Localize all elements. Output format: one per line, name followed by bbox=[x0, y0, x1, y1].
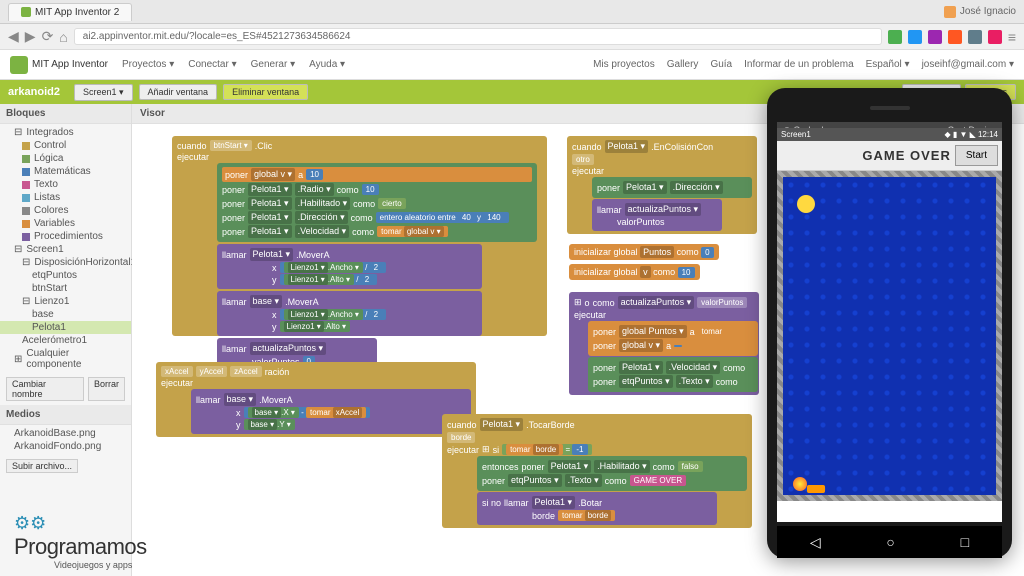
url-bar: ◀ ▶ ⟳ ⌂ ai2.appinventor.mit.edu/?locale=… bbox=[0, 24, 1024, 50]
link-report[interactable]: Informar de un problema bbox=[744, 59, 854, 70]
forward-icon[interactable]: ▶ bbox=[25, 28, 36, 45]
user-icon bbox=[944, 6, 956, 18]
block-event-edge[interactable]: cuando Pelota1 ▾.TocarBorde borde ejecut… bbox=[442, 414, 752, 528]
any-component[interactable]: ⊞ Cualquier componente bbox=[0, 347, 131, 371]
phone-speaker bbox=[870, 106, 910, 110]
link-guia[interactable]: Guía bbox=[710, 59, 732, 70]
url-input[interactable]: ai2.appinventor.mit.edu/?locale=es_ES#45… bbox=[74, 28, 882, 45]
cat-matematicas[interactable]: Matemáticas bbox=[0, 165, 131, 178]
tab-title: MIT App Inventor 2 bbox=[35, 7, 119, 18]
ball-sprite bbox=[797, 195, 815, 213]
game-header: GAME OVER Start bbox=[777, 141, 1002, 171]
app-name: MIT App Inventor bbox=[32, 59, 108, 70]
block-global-v[interactable]: inicializar global v como 10 bbox=[569, 264, 700, 280]
game-canvas[interactable] bbox=[777, 171, 1002, 501]
logo[interactable]: MIT App Inventor bbox=[10, 56, 108, 74]
back-nav-icon[interactable]: ◁ bbox=[810, 534, 821, 551]
remove-screen-button[interactable]: Eliminar ventana bbox=[223, 84, 308, 100]
menu-proyectos[interactable]: Proyectos ▾ bbox=[122, 59, 174, 70]
block-event-collision[interactable]: cuando Pelota1 ▾.EnColisiónCon otro ejec… bbox=[567, 136, 757, 234]
comp-lienzo[interactable]: ⊟ Lienzo1 bbox=[0, 295, 131, 308]
user-name: José Ignacio bbox=[960, 6, 1016, 17]
upload-button[interactable]: Subir archivo... bbox=[6, 459, 78, 473]
lang-select[interactable]: Español ▾ bbox=[866, 59, 910, 70]
block-procedure[interactable]: ⊞ o como actualizaPuntos ▾ valorPuntos e… bbox=[569, 292, 759, 395]
link-gallery[interactable]: Gallery bbox=[667, 59, 699, 70]
home-nav-icon[interactable]: ○ bbox=[886, 534, 894, 550]
account-menu[interactable]: joseihf@gmail.com ▾ bbox=[922, 59, 1014, 70]
paddle-sprite bbox=[807, 485, 825, 493]
builtin-node[interactable]: ⊟ Integrados bbox=[0, 126, 131, 139]
watermark-brand: Programamos bbox=[14, 534, 147, 560]
media-title: Medios bbox=[0, 405, 131, 425]
comp-disposicion[interactable]: ⊟ DisposiciónHorizontal1 bbox=[0, 256, 131, 269]
phone-preview: ◉ Grabadora Cast Device Screen1 ◆ ▮ ▼ ◣ … bbox=[767, 88, 1012, 558]
browser-user[interactable]: José Ignacio bbox=[944, 6, 1016, 18]
watermark-sub: Videojuegos y apps bbox=[54, 560, 147, 570]
menu-icon[interactable]: ≡ bbox=[1008, 29, 1016, 45]
browser-tabs: MIT App Inventor 2 José Ignacio bbox=[0, 0, 1024, 24]
phone-screen: Screen1 ◆ ▮ ▼ ◣ 12:14 GAME OVER Start bbox=[777, 128, 1002, 522]
project-name: arkanoid2 bbox=[8, 86, 60, 98]
comp-etqpuntos[interactable]: etqPuntos bbox=[0, 269, 131, 282]
logo-icon bbox=[10, 56, 28, 74]
recent-nav-icon[interactable]: □ bbox=[961, 534, 969, 550]
status-time: ◆ ▮ ▼ ◣ 12:14 bbox=[944, 130, 998, 139]
comp-btnstart[interactable]: btnStart bbox=[0, 282, 131, 295]
ext-icon[interactable] bbox=[948, 30, 962, 44]
menu-generar[interactable]: Generar ▾ bbox=[251, 59, 295, 70]
cat-texto[interactable]: Texto bbox=[0, 178, 131, 191]
app-header: MIT App Inventor Proyectos ▾ Conectar ▾ … bbox=[0, 50, 1024, 80]
game-over-label: GAME OVER bbox=[862, 148, 950, 163]
watermark: ⚙⚙ Programamos Videojuegos y apps bbox=[14, 513, 147, 570]
status-bar: Screen1 ◆ ▮ ▼ ◣ 12:14 bbox=[777, 128, 1002, 141]
menu-ayuda[interactable]: Ayuda ▾ bbox=[309, 59, 345, 70]
cat-colores[interactable]: Colores bbox=[0, 204, 131, 217]
delete-button[interactable]: Borrar bbox=[88, 377, 125, 401]
gears-icon: ⚙⚙ bbox=[14, 513, 46, 534]
fire-sprite bbox=[793, 477, 807, 491]
browser-tab[interactable]: MIT App Inventor 2 bbox=[8, 3, 132, 21]
ext-icon[interactable] bbox=[968, 30, 982, 44]
block-event-accel[interactable]: xAccel yAccel zAccel ración ejecutar lla… bbox=[156, 362, 476, 437]
home-icon[interactable]: ⌂ bbox=[59, 29, 67, 45]
cat-listas[interactable]: Listas bbox=[0, 191, 131, 204]
back-icon[interactable]: ◀ bbox=[8, 28, 19, 45]
media-item[interactable]: ArkanoidBase.png bbox=[0, 427, 131, 440]
screen-label: Screen1 bbox=[781, 130, 811, 139]
add-screen-button[interactable]: Añadir ventana bbox=[139, 84, 218, 100]
sidebar: Bloques ⊟ Integrados Control Lógica Mate… bbox=[0, 104, 132, 576]
android-nav: ◁ ○ □ bbox=[777, 526, 1002, 558]
cat-procedimientos[interactable]: Procedimientos bbox=[0, 230, 131, 243]
cat-logica[interactable]: Lógica bbox=[0, 152, 131, 165]
comp-acelerometro[interactable]: Acelerómetro1 bbox=[0, 334, 131, 347]
block-global-puntos[interactable]: inicializar global Puntos como 0 bbox=[569, 244, 719, 260]
reload-icon[interactable]: ⟳ bbox=[42, 28, 54, 45]
screen-select[interactable]: Screen1 ▾ bbox=[74, 84, 133, 101]
ext-icon[interactable] bbox=[908, 30, 922, 44]
media-item[interactable]: ArkanoidFondo.png bbox=[0, 440, 131, 453]
cat-control[interactable]: Control bbox=[0, 139, 131, 152]
comp-pelota[interactable]: Pelota1 bbox=[0, 321, 131, 334]
block-event-click[interactable]: cuando btnStart ▾ .Clic ejecutar poner g… bbox=[172, 136, 547, 336]
ext-icon[interactable] bbox=[928, 30, 942, 44]
start-button[interactable]: Start bbox=[955, 145, 998, 166]
screen-node[interactable]: ⊟ Screen1 bbox=[0, 243, 131, 256]
blocks-panel-title: Bloques bbox=[0, 104, 131, 124]
rename-button[interactable]: Cambiar nombre bbox=[6, 377, 84, 401]
cat-variables[interactable]: Variables bbox=[0, 217, 131, 230]
menu-conectar[interactable]: Conectar ▾ bbox=[188, 59, 236, 70]
link-mis-proyectos[interactable]: Mis proyectos bbox=[593, 59, 655, 70]
ext-icon[interactable] bbox=[988, 30, 1002, 44]
tab-favicon bbox=[21, 7, 31, 17]
comp-base[interactable]: base bbox=[0, 308, 131, 321]
ext-icon[interactable] bbox=[888, 30, 902, 44]
